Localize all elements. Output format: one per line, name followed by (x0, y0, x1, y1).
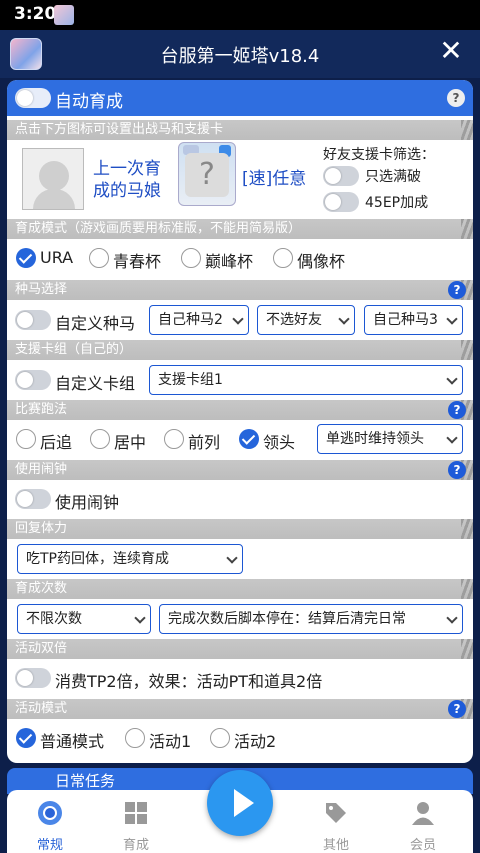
event-double-label: 消费TP2倍，效果：活动PT和道具2倍 (55, 672, 323, 691)
radio-ura-label: URA (40, 248, 74, 267)
auto-train-header: 自动育成 ? (7, 80, 473, 116)
title-bar: 台服第一姬塔v18.4 ✕ (0, 30, 480, 78)
settings-panel: 自动育成 ? 点击下方图标可设置出战马和支援卡 上一次育成的马娘 ? [速]任意… (7, 80, 473, 763)
radio-normal-mode-label: 普通模式 (40, 732, 105, 751)
section-stamina: 回复体力 (7, 519, 473, 539)
section-mode: 育成模式（游戏画质要用标准版，不能用简易版） (7, 219, 473, 239)
section-count: 育成次数 (7, 579, 473, 599)
chrome-icon (38, 801, 62, 825)
nav-train[interactable]: 育成 (106, 794, 166, 853)
section-breed: 种马选择 (7, 280, 473, 300)
custom-breed-label: 自定义种马 (55, 314, 136, 333)
nav-general-label: 常规 (36, 838, 63, 853)
radio-event-2-label: 活动2 (234, 732, 277, 751)
support-card[interactable]: ? (178, 142, 236, 206)
alarm-toggle[interactable] (15, 489, 51, 509)
radio-chaser[interactable] (16, 429, 36, 449)
grid-icon (125, 802, 147, 824)
event-double-toggle[interactable] (15, 668, 51, 688)
radio-middle-label: 居中 (114, 433, 147, 452)
status-bar: 3:20 (0, 0, 480, 30)
nav-member-label: 会员 (409, 838, 436, 853)
custom-cards-toggle[interactable] (15, 370, 51, 390)
section-event: 活动双倍 (7, 639, 473, 659)
section-alarm: 使用闹钟 (7, 460, 473, 480)
breed-select-friend[interactable]: 不选好友 (257, 305, 355, 335)
notification-icon (54, 5, 74, 25)
section-event-mode: 活动模式 (7, 699, 473, 719)
filter-full-label: 只选满破 (365, 169, 421, 185)
help-icon[interactable]: ? (448, 401, 466, 419)
radio-peak-cup-label: 巅峰杯 (205, 252, 254, 271)
radio-normal-mode[interactable] (16, 728, 36, 748)
breed-select-1[interactable]: 自己种马2 (149, 305, 249, 335)
help-icon[interactable]: ? (448, 281, 466, 299)
stamina-select[interactable]: 吃TP药回体，连续育成 (17, 544, 243, 574)
user-icon (412, 802, 434, 825)
nav-train-label: 育成 (122, 838, 149, 853)
radio-peak-cup[interactable] (181, 248, 201, 268)
help-icon[interactable]: ? (448, 461, 466, 479)
radio-ura[interactable] (16, 248, 36, 268)
status-time: 3:20 (14, 4, 57, 24)
radio-event-2[interactable] (210, 728, 230, 748)
help-icon[interactable]: ? (448, 700, 466, 718)
radio-front-label: 前列 (188, 433, 221, 452)
breed-select-2[interactable]: 自己种马3 (364, 305, 463, 335)
section-cards: 支援卡组（自己的） (7, 340, 473, 360)
nav-other[interactable]: 其他 (306, 794, 366, 853)
filter-full-toggle[interactable] (323, 166, 359, 186)
count-select[interactable]: 不限次数 (17, 604, 151, 634)
close-icon[interactable]: ✕ (436, 36, 466, 66)
radio-chaser-label: 后追 (40, 433, 73, 452)
friend-filter-title: 好友支援卡筛选： (323, 147, 435, 163)
nav-other-label: 其他 (322, 838, 349, 853)
last-horse-label[interactable]: 上一次育成的马娘 (93, 158, 173, 202)
auto-train-toggle[interactable] (15, 88, 51, 108)
radio-youth-cup[interactable] (89, 248, 109, 268)
radio-idol-cup[interactable] (273, 248, 293, 268)
radio-event-1[interactable] (125, 728, 145, 748)
strategy-select[interactable]: 单逃时维持领头 (317, 424, 463, 454)
filter-45ep-label: 45EP加成 (365, 195, 429, 211)
radio-youth-cup-label: 青春杯 (113, 252, 162, 271)
radio-idol-cup-label: 偶像杯 (297, 252, 346, 271)
auto-train-label: 自动育成 (55, 92, 123, 112)
daily-task-label: 日常任务 (55, 772, 116, 790)
nav-general[interactable]: 常规 (20, 794, 80, 853)
tag-icon (326, 803, 346, 823)
card-deck-select[interactable]: 支援卡组1 (149, 365, 463, 395)
radio-middle[interactable] (90, 429, 110, 449)
radio-event-1-label: 活动1 (149, 732, 192, 751)
radio-leader[interactable] (239, 429, 259, 449)
horse-avatar[interactable] (22, 148, 84, 210)
custom-breed-toggle[interactable] (15, 310, 51, 330)
radio-front[interactable] (164, 429, 184, 449)
filter-45ep-toggle[interactable] (323, 192, 359, 212)
section-strategy: 比赛跑法 (7, 400, 473, 420)
question-icon: ? (185, 153, 229, 197)
after-count-select[interactable]: 完成次数后脚本停在：结算后清完日常 (159, 604, 463, 634)
app-title: 台服第一姬塔v18.4 (160, 46, 320, 67)
help-icon[interactable]: ? (447, 89, 465, 107)
play-button[interactable] (207, 770, 273, 836)
section-setup: 点击下方图标可设置出战马和支援卡 (7, 120, 473, 140)
alarm-label: 使用闹钟 (55, 493, 120, 512)
radio-leader-label: 领头 (263, 433, 296, 452)
support-card-label[interactable]: [速]任意 (242, 168, 306, 190)
custom-cards-label: 自定义卡组 (55, 374, 136, 393)
nav-member[interactable]: 会员 (393, 794, 453, 853)
